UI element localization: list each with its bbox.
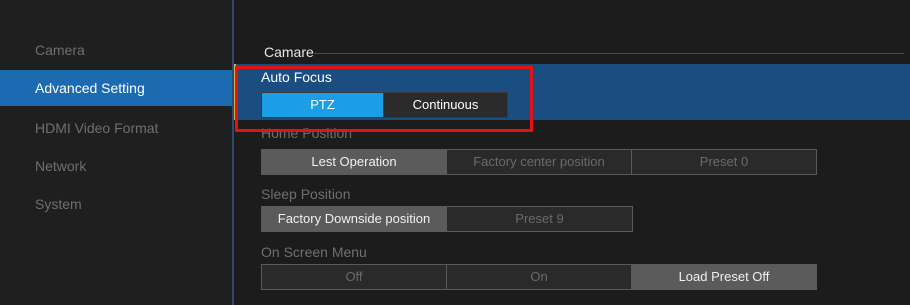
on-screen-menu-option-off[interactable]: Off [262,265,447,289]
on-screen-menu-option-on[interactable]: On [447,265,632,289]
home-position-label: Home Position [261,128,353,140]
sidebar-item-hdmi-video-format[interactable]: HDMI Video Format [0,110,232,146]
auto-focus-label: Auto Focus [261,69,332,85]
sidebar-item-system[interactable]: System [0,186,232,222]
section-title: Camare [264,44,314,60]
sleep-position-selector: Factory Downside position Preset 9 [261,206,633,232]
home-position-option-last-operation[interactable]: Lest Operation [262,150,447,174]
focus-indicator [234,64,236,120]
sidebar: Camera Advanced Setting HDMI Video Forma… [0,0,232,305]
sidebar-item-advanced-setting[interactable]: Advanced Setting [0,70,232,106]
auto-focus-option-ptz[interactable]: PTZ [262,93,384,117]
sidebar-item-camera[interactable]: Camera [0,32,232,68]
on-screen-menu-label: On Screen Menu [261,244,367,260]
sleep-position-option-preset[interactable]: Preset 9 [447,207,632,231]
home-position-option-preset[interactable]: Preset 0 [632,150,816,174]
home-position-option-factory-center[interactable]: Factory center position [447,150,632,174]
section-divider [314,53,904,54]
home-position-selector: Lest Operation Factory center position P… [261,149,817,175]
settings-panel: Camare Auto Focus PTZ Continuous Home Po… [234,0,910,305]
sleep-position-option-factory-downside[interactable]: Factory Downside position [262,207,447,231]
auto-focus-selector: PTZ Continuous [261,92,508,118]
sidebar-item-network[interactable]: Network [0,148,232,184]
auto-focus-option-continuous[interactable]: Continuous [384,93,507,117]
on-screen-menu-selector: Off On Load Preset Off [261,264,817,290]
sleep-position-label: Sleep Position [261,186,351,202]
on-screen-menu-option-load-preset-off[interactable]: Load Preset Off [632,265,816,289]
app-window: Camera Advanced Setting HDMI Video Forma… [0,0,910,305]
